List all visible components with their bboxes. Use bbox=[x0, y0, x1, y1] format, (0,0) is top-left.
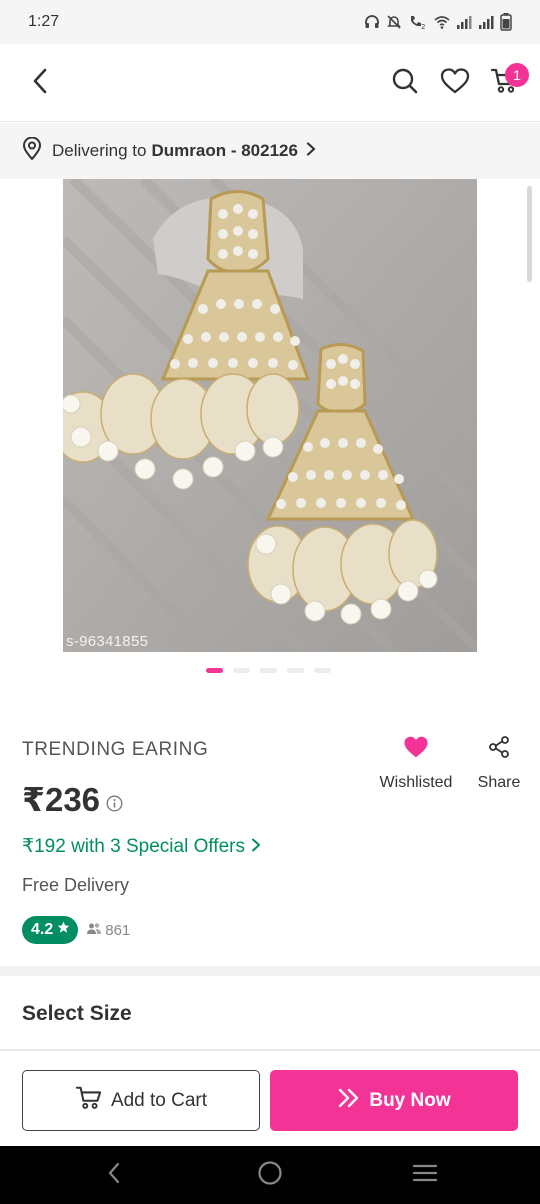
carousel-dot[interactable] bbox=[233, 668, 250, 673]
location-pin-icon bbox=[22, 136, 42, 166]
star-icon bbox=[57, 921, 70, 939]
call-icon: 2 bbox=[408, 14, 428, 30]
rating-row[interactable]: 4.2 861 bbox=[22, 916, 130, 944]
share-button[interactable]: Share bbox=[470, 735, 528, 792]
product-price: ₹236 bbox=[22, 778, 123, 820]
heart-filled-icon bbox=[403, 735, 429, 764]
status-time: 1:27 bbox=[28, 13, 60, 30]
product-title: TRENDING EARING bbox=[22, 739, 209, 760]
rating-badge: 4.2 bbox=[22, 916, 79, 944]
signal-icon bbox=[456, 14, 472, 30]
system-back-button[interactable] bbox=[98, 1160, 130, 1190]
wishlisted-label: Wishlisted bbox=[379, 774, 453, 791]
heart-icon bbox=[440, 67, 470, 100]
system-recents-button[interactable] bbox=[409, 1160, 441, 1190]
battery-icon bbox=[500, 13, 512, 31]
delivery-prefix: Delivering to bbox=[52, 141, 147, 160]
special-offers-link[interactable]: ₹192 with 3 Special Offers bbox=[22, 835, 261, 858]
carousel-indicator bbox=[206, 668, 331, 673]
review-count-value: 861 bbox=[105, 921, 131, 939]
buy-now-label: Buy Now bbox=[369, 1089, 451, 1111]
image-code-watermark: s-96341855 bbox=[66, 633, 149, 650]
add-to-cart-button[interactable]: Add to Cart bbox=[22, 1070, 260, 1131]
cart-count-badge: 1 bbox=[505, 63, 529, 87]
status-icons: 2 bbox=[364, 13, 512, 31]
review-count: 861 bbox=[86, 922, 130, 939]
home-circle-icon bbox=[257, 1160, 283, 1191]
chevron-right-icon bbox=[251, 836, 261, 858]
chevron-right-icon bbox=[306, 141, 316, 161]
wifi-icon bbox=[434, 14, 450, 30]
search-button[interactable] bbox=[388, 66, 422, 100]
back-arrow-icon bbox=[106, 1161, 122, 1190]
rating-value: 4.2 bbox=[31, 921, 54, 938]
info-icon[interactable] bbox=[106, 782, 123, 820]
add-to-cart-label: Add to Cart bbox=[110, 1089, 208, 1111]
wishlisted-button[interactable]: Wishlisted bbox=[372, 735, 460, 792]
share-icon bbox=[487, 735, 511, 764]
status-bar: 1:27 2 bbox=[0, 0, 540, 44]
search-icon bbox=[391, 67, 419, 100]
headphones-icon bbox=[364, 14, 380, 30]
product-image[interactable] bbox=[63, 179, 477, 652]
offer-text: ₹192 with 3 Special Offers bbox=[22, 836, 245, 857]
system-home-button[interactable] bbox=[254, 1160, 286, 1190]
double-chevron-right-icon bbox=[337, 1088, 361, 1114]
delivery-location: Dumraon - 802126 bbox=[151, 141, 298, 160]
buy-now-button[interactable]: Buy Now bbox=[270, 1070, 518, 1131]
select-size-heading: Select Size bbox=[22, 1002, 132, 1025]
menu-icon bbox=[412, 1162, 438, 1189]
carousel-dot[interactable] bbox=[314, 668, 331, 673]
cart-icon bbox=[75, 1085, 103, 1117]
back-arrow-icon bbox=[30, 67, 50, 100]
delivery-location-bar[interactable]: Delivering to Dumraon - 802126 bbox=[0, 123, 540, 179]
free-delivery-label: Free Delivery bbox=[22, 875, 130, 895]
carousel-dot[interactable] bbox=[287, 668, 304, 673]
users-icon bbox=[86, 922, 102, 939]
price-value: ₹236 bbox=[22, 780, 101, 818]
carousel-dot[interactable] bbox=[206, 668, 223, 673]
svg-text:2: 2 bbox=[421, 23, 425, 30]
carousel-dot[interactable] bbox=[260, 668, 277, 673]
wishlist-button[interactable] bbox=[438, 66, 472, 100]
system-navigation-bar bbox=[0, 1146, 540, 1204]
scrollbar[interactable] bbox=[527, 186, 532, 282]
app-header bbox=[0, 44, 540, 122]
share-label: Share bbox=[477, 774, 521, 791]
signal-icon bbox=[478, 14, 494, 30]
bottom-action-bar: Add to Cart Buy Now bbox=[0, 1049, 540, 1146]
back-button[interactable] bbox=[24, 67, 56, 99]
bell-muted-icon bbox=[386, 14, 402, 30]
section-divider bbox=[0, 966, 540, 976]
